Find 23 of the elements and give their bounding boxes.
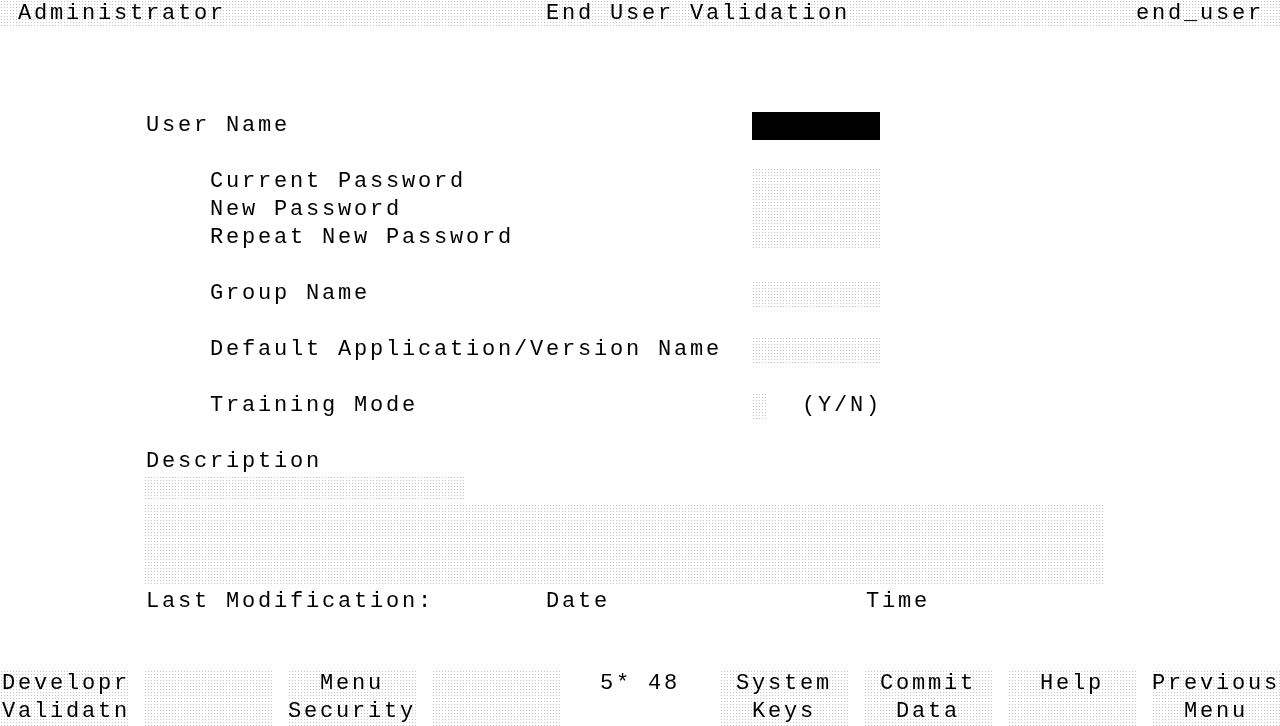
screen-title: End User Validation [546,0,851,28]
field-label: Repeat New Password [210,224,516,252]
user-name-field[interactable] [752,112,880,140]
function-key[interactable]: System Keys [720,670,848,726]
field-label: Time [866,588,930,616]
function-key[interactable]: Help [1008,670,1136,726]
function-key[interactable]: Previous Menu [1152,670,1280,726]
record-counter: 5* 48 [600,670,680,698]
user-role: Administrator [18,0,227,28]
field-label: Group Name [210,280,371,308]
field-label: New Password [210,196,404,224]
function-key[interactable]: Developr Validatn [0,670,128,726]
function-key[interactable]: Commit Data [864,670,992,726]
field-label: Last Modification: [146,588,435,616]
field-label: Training Mode [210,392,419,420]
field-label: Default Application/Version Name [210,336,723,364]
field-label: Date [546,588,610,616]
field-label: Description [146,448,323,476]
field-label: User Name [146,112,291,140]
function-key[interactable]: Menu Security [288,670,416,726]
field-label: Current Password [210,168,468,196]
yes-no-hint: (Y/N) [802,392,882,420]
screen-id: end_user [1135,0,1264,28]
